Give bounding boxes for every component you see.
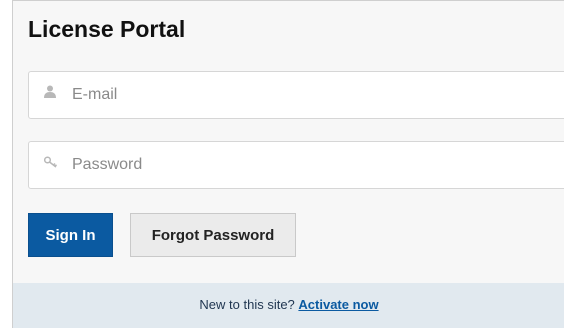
- sign-in-button[interactable]: Sign In: [28, 213, 113, 257]
- password-input[interactable]: [72, 142, 552, 188]
- password-field[interactable]: [28, 141, 564, 189]
- key-icon: [43, 155, 58, 169]
- user-icon: [44, 85, 58, 99]
- activation-footer: New to this site? Activate now: [13, 283, 564, 328]
- login-panel: License Portal Sign In Forgot Password N…: [12, 0, 564, 328]
- activate-now-link[interactable]: Activate now: [298, 297, 378, 312]
- footer-prompt: New to this site?: [199, 297, 299, 312]
- forgot-password-button[interactable]: Forgot Password: [130, 213, 296, 257]
- email-input[interactable]: [72, 72, 552, 118]
- email-field[interactable]: [28, 71, 564, 119]
- page-title: License Portal: [28, 16, 186, 42]
